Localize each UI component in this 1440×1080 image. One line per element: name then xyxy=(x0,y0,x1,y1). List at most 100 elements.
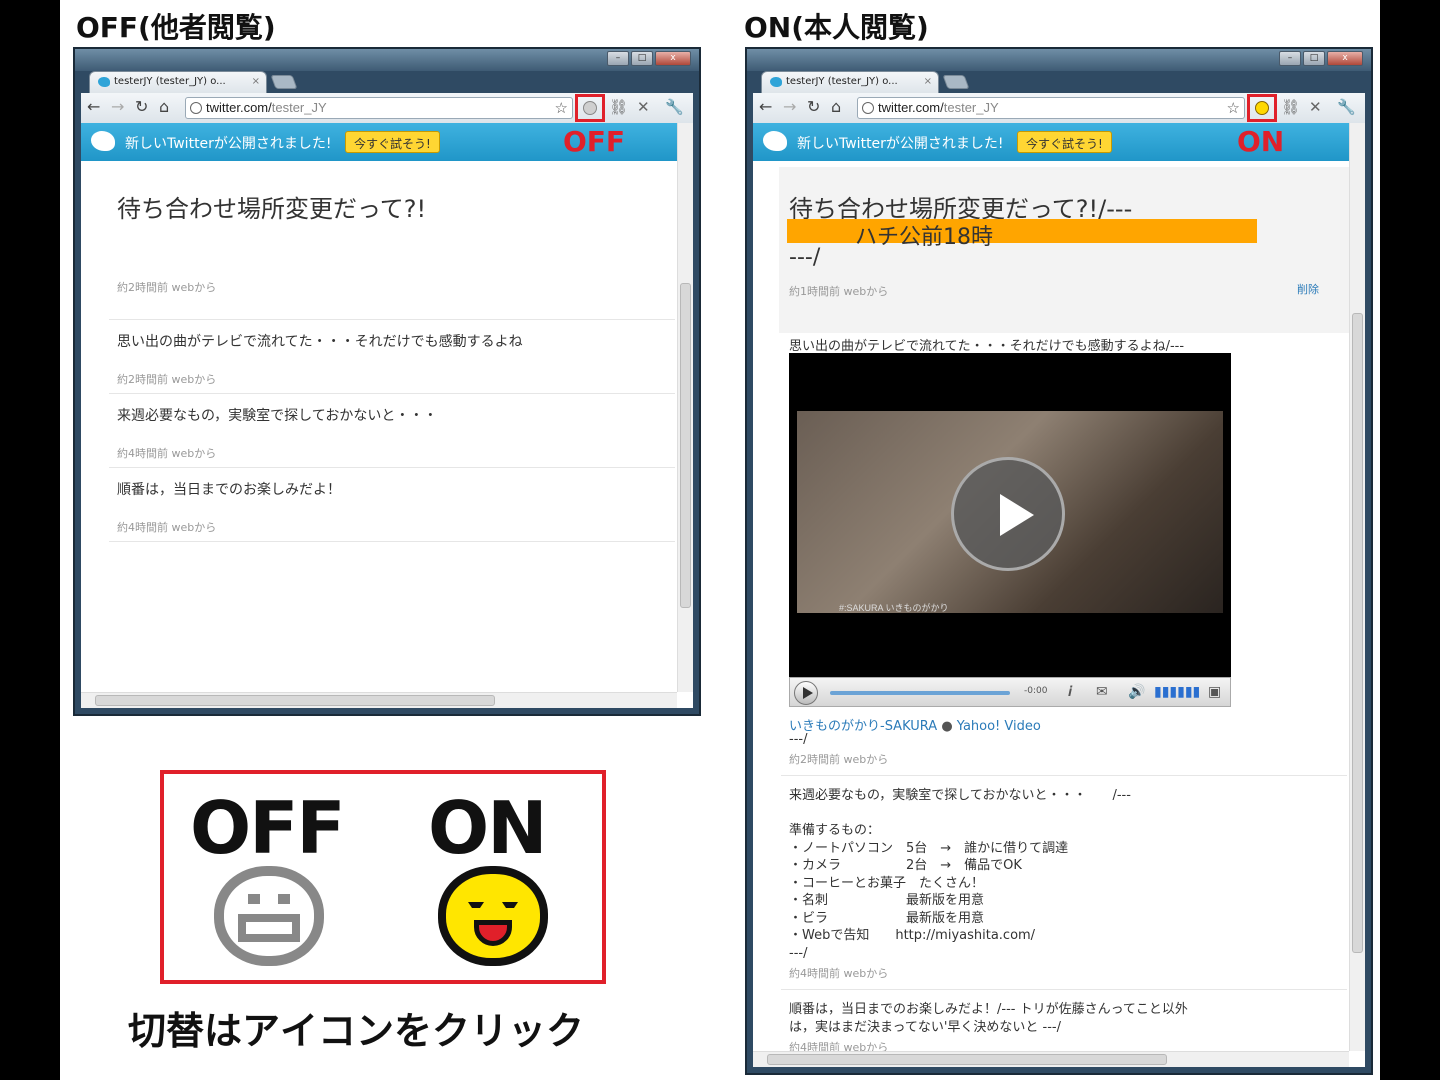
window-buttons: – □ x xyxy=(607,51,691,66)
twitter-bird-icon xyxy=(98,77,110,87)
extension-on-icon[interactable] xyxy=(1255,101,1269,115)
try-now-button[interactable]: 今すぐ試そう! xyxy=(1017,131,1112,153)
browser-tab[interactable]: testerJY (tester_JY) o... × xyxy=(761,71,939,93)
back-icon[interactable]: ← xyxy=(87,99,100,115)
wrench-icon[interactable]: 🔧 xyxy=(1337,98,1356,116)
address-bar[interactable]: twitter.com/tester_JY ☆ xyxy=(857,97,1245,119)
vertical-scrollbar[interactable] xyxy=(1349,123,1365,1051)
maximize-button[interactable]: □ xyxy=(1303,51,1325,66)
wrench-icon[interactable]: 🔧 xyxy=(665,98,684,116)
video-time: -0:00 xyxy=(1024,686,1048,696)
tab-close-icon[interactable]: × xyxy=(252,76,260,87)
twitter-bird-icon xyxy=(770,77,782,87)
extension-toggle-highlight[interactable] xyxy=(1247,94,1277,122)
play-button-icon[interactable] xyxy=(794,681,818,705)
reload-icon[interactable]: ↻ xyxy=(807,99,820,115)
vertical-scrollbar[interactable] xyxy=(677,123,693,692)
url-host: twitter.com/ xyxy=(878,100,944,115)
tweet-text: 思い出の曲がテレビで流れてた・・・それだけでも感動するよね/--- xyxy=(789,339,1185,354)
play-video-icon[interactable] xyxy=(951,457,1065,571)
main-tweet-meta: 約2時間前 webから xyxy=(117,281,217,294)
home-icon[interactable]: ⌂ xyxy=(831,99,841,115)
maximize-button[interactable]: □ xyxy=(631,51,653,66)
bottom-caption: 切替はアイコンをクリック xyxy=(128,1009,585,1053)
minimize-button[interactable]: – xyxy=(607,51,629,66)
bookmark-star-icon[interactable]: ☆ xyxy=(555,99,568,117)
tab-title: testerJY (tester_JY) o... xyxy=(786,76,898,87)
home-icon[interactable]: ⌂ xyxy=(159,99,169,115)
browser-toolbar: ← → ↻ ⌂ twitter.com/tester_JY ☆ ⛓ ✕ 🔧 xyxy=(753,93,1365,123)
forward-icon[interactable]: → xyxy=(783,99,796,115)
tweet-body: 来週必要なもの，実験室で探しておかないと・・・ /--- 準備するもの： ・ノー… xyxy=(789,788,1131,961)
delete-link[interactable]: 削除 xyxy=(1297,281,1319,297)
extension-off-icon[interactable] xyxy=(583,101,597,115)
banner-message: 新しいTwitterが公開されました! xyxy=(125,136,332,152)
tweet-body: 順番は，当日までのお楽しみだよ！/--- トリが佐藤さんってこと以外 は，実はま… xyxy=(789,1002,1188,1035)
title-bar[interactable] xyxy=(75,49,699,71)
extension-toggle-highlight[interactable] xyxy=(575,94,605,122)
bookmark-star-icon[interactable]: ☆ xyxy=(1227,99,1240,117)
legend-on-label: ON xyxy=(428,786,547,870)
video-player[interactable]: #:SAKURA いきものがかり xyxy=(789,353,1231,677)
reload-icon[interactable]: ↻ xyxy=(135,99,148,115)
twitter-banner: 新しいTwitterが公開されました! 今すぐ試そう! ON xyxy=(753,123,1349,161)
tab-close-icon[interactable]: × xyxy=(924,76,932,87)
slide: OFF(他者閲覧) ON(本人閲覧) – □ x testerJY (teste… xyxy=(60,0,1380,1080)
new-tab-button[interactable] xyxy=(942,75,970,89)
url-host: twitter.com/ xyxy=(206,100,272,115)
url-path: tester_JY xyxy=(271,100,327,115)
twitter-banner: 新しいTwitterが公開されました! 今すぐ試そう! OFF xyxy=(81,123,677,161)
tweet-close-marker: ---/ xyxy=(789,732,808,747)
window-buttons: – □ x xyxy=(1279,51,1363,66)
video-caption: #:SAKURA いきものがかり xyxy=(839,603,949,613)
volume-icon[interactable]: 🔊 xyxy=(1128,684,1145,700)
try-now-button[interactable]: 今すぐ試そう! xyxy=(345,131,440,153)
horizontal-scrollbar[interactable] xyxy=(753,1051,1349,1067)
divider xyxy=(109,541,675,542)
off-heading: OFF(他者閲覧) xyxy=(76,11,276,44)
close-window-button[interactable]: x xyxy=(1327,51,1363,66)
mail-icon[interactable]: ✉ xyxy=(1096,684,1108,700)
state-label-off: OFF xyxy=(563,125,626,158)
divider xyxy=(781,989,1347,990)
globe-icon xyxy=(862,102,874,114)
highlighted-hidden-text: ハチ公前18時 xyxy=(787,219,1257,250)
on-heading: ON(本人閲覧) xyxy=(744,11,929,44)
video-controls: -0:00 𝒊 ✉ 🔊 ▮▮▮▮▮▮ ▣ xyxy=(789,677,1231,707)
stop-icon[interactable]: ✕ xyxy=(637,98,650,116)
twitter-logo-icon xyxy=(91,131,115,151)
title-bar[interactable] xyxy=(747,49,1371,71)
browser-tab[interactable]: testerJY (tester_JY) o... × xyxy=(89,71,267,93)
tweet-text: 思い出の曲がテレビで流れてた・・・それだけでも感動するよね xyxy=(117,334,523,350)
stop-icon[interactable]: ✕ xyxy=(1309,98,1322,116)
info-icon[interactable]: 𝒊 xyxy=(1068,684,1072,700)
forward-icon[interactable]: → xyxy=(111,99,124,115)
scroll-thumb[interactable] xyxy=(680,283,691,608)
close-window-button[interactable]: x xyxy=(655,51,691,66)
video-title-link[interactable]: いきものがかり-SAKURA ● Yahoo! Video xyxy=(789,715,1041,734)
tweet-meta: 約4時間前 webから xyxy=(789,967,889,980)
back-icon[interactable]: ← xyxy=(759,99,772,115)
video-link-text[interactable]: いきものがかり-SAKURA xyxy=(789,719,937,734)
scroll-thumb[interactable] xyxy=(1352,313,1363,953)
volume-level-icon[interactable]: ▮▮▮▮▮▮ xyxy=(1154,684,1200,700)
divider xyxy=(781,775,1347,776)
scroll-thumb[interactable] xyxy=(95,695,495,706)
off-browser-window: – □ x testerJY (tester_JY) o... × ← → ↻ … xyxy=(73,47,701,716)
divider xyxy=(109,319,675,320)
main-tweet-text: 待ち合わせ場所変更だって?! xyxy=(117,195,427,223)
seek-bar[interactable] xyxy=(830,691,1010,695)
video-source-link[interactable]: Yahoo! Video xyxy=(957,719,1041,734)
tweet-text: 順番は，当日までのお楽しみだよ！ xyxy=(117,482,341,498)
new-tab-button[interactable] xyxy=(270,75,298,89)
address-bar[interactable]: twitter.com/tester_JY ☆ xyxy=(185,97,573,119)
minimize-button[interactable]: – xyxy=(1279,51,1301,66)
link-icon[interactable]: ⛓ xyxy=(1281,98,1300,116)
link-icon[interactable]: ⛓ xyxy=(609,98,628,116)
tweet-meta: 約2時間前 webから xyxy=(789,753,889,766)
horizontal-scrollbar[interactable] xyxy=(81,692,677,708)
scroll-thumb[interactable] xyxy=(767,1054,1167,1065)
tweet-text: 来週必要なもの，実験室で探しておかないと・・・ xyxy=(117,408,438,424)
banner-message: 新しいTwitterが公開されました! xyxy=(797,136,1004,152)
fullscreen-icon[interactable]: ▣ xyxy=(1208,684,1221,700)
